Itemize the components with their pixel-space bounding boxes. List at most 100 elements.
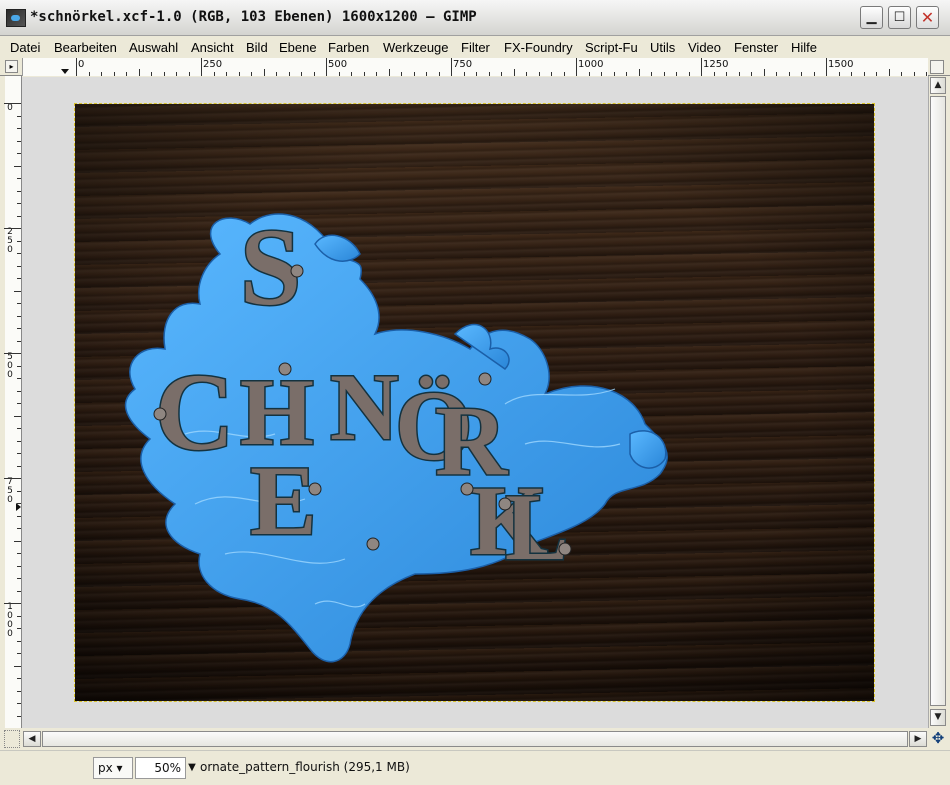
ruler-tick [538, 72, 540, 76]
ruler-tick [17, 128, 21, 129]
ruler-label: 1000 [7, 602, 13, 639]
zoom-dropdown-icon[interactable]: ▼ [186, 757, 198, 779]
ruler-tick [188, 72, 190, 76]
ruler-tick [501, 72, 502, 76]
ruler-tick [626, 72, 627, 76]
ruler-tick [14, 165, 21, 167]
ruler-tick [17, 203, 21, 204]
scroll-right-button[interactable]: ▶ [909, 731, 927, 747]
menu-filter[interactable]: Filter [461, 40, 490, 55]
ruler-tick [17, 315, 21, 317]
title-bar[interactable]: *schnörkel.xcf-1.0 (RGB, 103 Ebenen) 160… [0, 0, 950, 36]
gimp-app-icon[interactable] [6, 9, 26, 27]
ruler-label: 750 [453, 59, 473, 70]
menu-ebene[interactable]: Ebene [279, 40, 317, 55]
unit-select[interactable]: px ▾ [93, 757, 133, 779]
ruler-tick [17, 115, 21, 117]
horizontal-ruler-track[interactable]: 0 250 500 750 1000 1250 1500 [22, 58, 928, 76]
ruler-tick [17, 328, 21, 329]
ruler-tick [101, 72, 102, 76]
ruler-tick [838, 72, 840, 76]
menu-script-fu[interactable]: Script-Fu [585, 40, 638, 55]
menu-bar: Datei Bearbeiten Auswahl Ansicht Bild Eb… [0, 37, 950, 58]
ruler-tick [151, 72, 152, 76]
menu-fenster[interactable]: Fenster [734, 40, 778, 55]
ruler-tick [913, 72, 915, 76]
status-bar: px ▾ 50% ▼ ornate_pattern_flourish (295,… [0, 750, 950, 785]
ruler-tick [17, 640, 21, 642]
canvas-area[interactable]: S C H N Ö R K E L [22, 77, 928, 728]
ruler-tick [651, 72, 652, 76]
ruler-label: 750 [7, 477, 13, 505]
ruler-tick [17, 715, 21, 717]
menu-hilfe[interactable]: Hilfe [791, 40, 817, 55]
menu-datei[interactable]: Datei [10, 40, 40, 55]
navigate-icon[interactable]: ✥ [930, 729, 946, 747]
ruler-tick [176, 72, 177, 76]
ruler-tick [4, 478, 21, 479]
horizontal-scrollbar[interactable]: ◀ ▶ [22, 730, 928, 748]
ruler-tick [14, 415, 21, 417]
ruler-tick [17, 503, 21, 504]
menu-ansicht[interactable]: Ansicht [191, 40, 234, 55]
close-icon: ✕ [920, 8, 935, 27]
unit-value: px [98, 761, 113, 775]
menu-fx-foundry[interactable]: FX-Foundry [504, 40, 573, 55]
ruler-tick [588, 72, 590, 76]
ruler-tick [888, 69, 890, 76]
zoom-to-fit-icon[interactable] [930, 60, 944, 74]
chevron-up-icon: ▲ [934, 80, 942, 90]
zoom-input[interactable]: 50% [135, 757, 186, 779]
ruler-tick [376, 72, 377, 76]
ruler-tick [17, 465, 21, 467]
ruler-tick [351, 72, 352, 76]
ruler-tick [601, 72, 602, 76]
ruler-tick [738, 72, 740, 76]
close-button[interactable]: ✕ [916, 6, 939, 29]
maximize-button[interactable]: ☐ [888, 6, 911, 29]
vertical-scroll-thumb[interactable] [930, 96, 946, 706]
minimize-button[interactable]: ▁ [860, 6, 883, 29]
scroll-up-button[interactable]: ▲ [930, 77, 946, 94]
menu-bild[interactable]: Bild [246, 40, 268, 55]
menu-utils[interactable]: Utils [650, 40, 675, 55]
horizontal-scroll-thumb[interactable] [42, 731, 908, 747]
artwork: S C H N Ö R K E L [75, 104, 874, 701]
image-canvas[interactable]: S C H N Ö R K E L [74, 103, 875, 702]
menu-bearbeiten[interactable]: Bearbeiten [54, 40, 117, 55]
ruler-tick [4, 103, 21, 104]
scroll-down-button[interactable]: ▼ [930, 709, 946, 726]
scroll-left-button[interactable]: ◀ [23, 731, 41, 747]
vertical-ruler[interactable]: 0 250 500 750 1000 [4, 76, 22, 728]
ruler-tick [14, 290, 21, 292]
horizontal-ruler[interactable]: ▸ 0 250 500 750 1000 1250 1500 [0, 58, 950, 76]
ruler-tick [451, 58, 452, 76]
image-menu-arrow-icon[interactable]: ▸ [5, 60, 18, 73]
menu-farben[interactable]: Farben [328, 40, 369, 55]
ruler-tick [701, 58, 702, 76]
ruler-label: 1500 [828, 59, 854, 70]
ruler-tick [17, 140, 21, 142]
menu-auswahl[interactable]: Auswahl [129, 40, 178, 55]
quick-mask-toggle[interactable] [4, 730, 20, 748]
menu-werkzeuge[interactable]: Werkzeuge [383, 40, 449, 55]
ruler-tick [763, 69, 765, 76]
ruler-tick [138, 69, 140, 76]
ruler-tick [526, 72, 527, 76]
ruler-tick [851, 72, 852, 76]
ruler-label: 500 [7, 352, 13, 380]
ruler-tick [17, 153, 21, 154]
letter-c: C [155, 351, 234, 473]
pointer-position-icon [16, 503, 21, 511]
ruler-tick [17, 428, 21, 429]
ruler-tick [17, 215, 21, 217]
ruler-tick [17, 303, 21, 304]
ruler-tick [638, 69, 640, 76]
ruler-tick [413, 72, 415, 76]
chevron-right-icon: ▶ [914, 734, 922, 744]
ruler-tick [17, 278, 21, 279]
ruler-tick [563, 72, 565, 76]
menu-video[interactable]: Video [688, 40, 721, 55]
ruler-tick [17, 565, 21, 567]
vertical-scrollbar[interactable]: ▲ ▼ [928, 76, 946, 728]
